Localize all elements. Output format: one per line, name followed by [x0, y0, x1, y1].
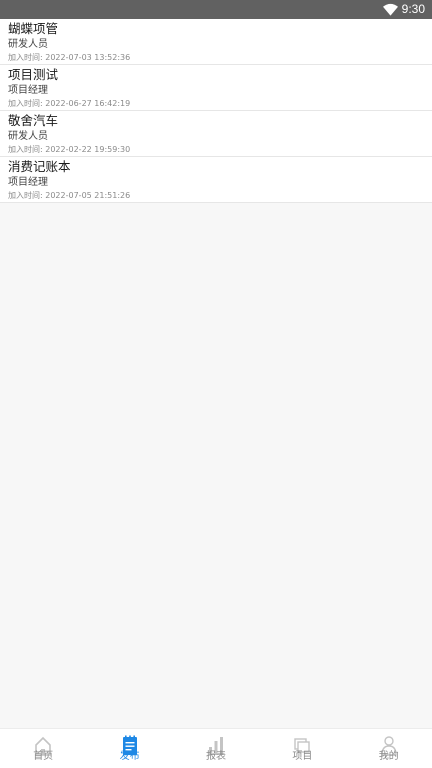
added-label: 加入时间:	[8, 99, 43, 108]
bottom-tab-bar: 首页 发布 报表 项目 我的	[0, 728, 432, 768]
tab-label: 项目	[292, 751, 313, 762]
project-item[interactable]: 项目测试 项目经理 加入时间: 2022-06-27 16:42:19	[0, 65, 432, 111]
project-role: 项目经理	[8, 85, 48, 96]
tab-projects[interactable]: 项目	[259, 729, 345, 768]
project-list: 蝴蝶项管 研发人员 加入时间: 2022-07-03 13:52:36 项目测试…	[0, 19, 432, 203]
added-label: 加入时间:	[8, 53, 43, 62]
project-name: 敬舍汽车	[8, 113, 59, 128]
added-label: 加入时间:	[8, 145, 43, 154]
status-bar: 9:30	[0, 0, 432, 19]
project-role: 研发人员	[8, 39, 48, 50]
added-time-value: 2022-07-05 21:51:26	[45, 191, 131, 200]
tab-home[interactable]: 首页	[0, 729, 86, 768]
wifi-icon	[383, 3, 398, 16]
added-time-value: 2022-07-03 13:52:36	[45, 53, 131, 62]
project-added-time: 加入时间: 2022-02-22 19:59:30	[8, 144, 130, 155]
project-role: 研发人员	[8, 131, 48, 142]
tab-label: 我的	[378, 751, 399, 762]
tab-publish[interactable]: 发布	[86, 729, 172, 768]
tab-reports[interactable]: 报表	[173, 729, 259, 768]
project-added-time: 加入时间: 2022-07-03 13:52:36	[8, 52, 130, 63]
project-item[interactable]: 敬舍汽车 研发人员 加入时间: 2022-02-22 19:59:30	[0, 111, 432, 157]
project-name: 蝴蝶项管	[8, 21, 59, 36]
project-added-time: 加入时间: 2022-07-05 21:51:26	[8, 190, 130, 201]
tab-label: 报表	[205, 751, 226, 762]
project-name: 项目测试	[8, 67, 59, 82]
tab-label: 首页	[33, 751, 54, 762]
project-item[interactable]: 消费记账本 项目经理 加入时间: 2022-07-05 21:51:26	[0, 157, 432, 203]
added-label: 加入时间:	[8, 191, 43, 200]
status-time: 9:30	[401, 2, 425, 16]
tab-label: 发布	[119, 751, 140, 762]
project-role: 项目经理	[8, 177, 48, 188]
tab-mine[interactable]: 我的	[346, 729, 432, 768]
added-time-value: 2022-06-27 16:42:19	[45, 99, 131, 108]
project-name: 消费记账本	[8, 159, 71, 174]
added-time-value: 2022-02-22 19:59:30	[45, 145, 131, 154]
project-item[interactable]: 蝴蝶项管 研发人员 加入时间: 2022-07-03 13:52:36	[0, 19, 432, 65]
project-added-time: 加入时间: 2022-06-27 16:42:19	[8, 98, 130, 109]
